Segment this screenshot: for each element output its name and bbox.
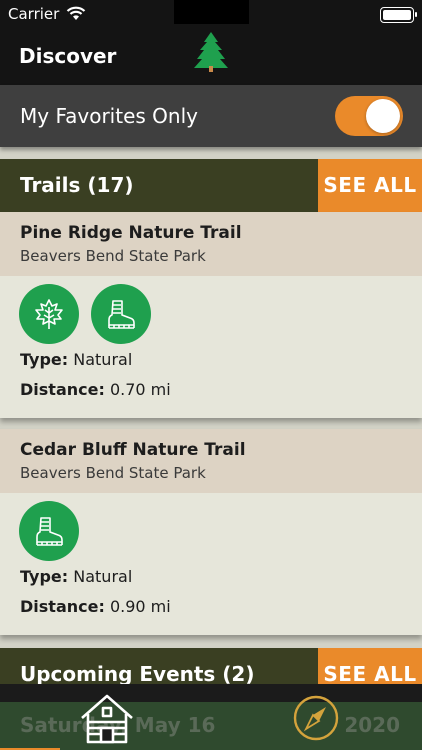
- trail-park: Beavers Bend State Park: [20, 247, 206, 265]
- event-year: 2020: [344, 713, 400, 737]
- status-bar: Carrier: [0, 0, 422, 30]
- favorites-toggle[interactable]: [335, 96, 403, 136]
- wifi-icon: [66, 6, 86, 25]
- trails-see-all-button[interactable]: SEE ALL: [318, 159, 422, 212]
- pine-tree-logo-icon: [189, 30, 233, 78]
- favorites-label: My Favorites Only: [20, 104, 198, 128]
- trail-name: Cedar Bluff Nature Trail: [20, 440, 246, 460]
- hiking-boot-icon: [19, 501, 79, 561]
- nav-bar: Discover: [0, 30, 422, 85]
- cabin-home-icon[interactable]: [78, 692, 136, 750]
- bottom-tab-bar: Saturday, May 16 2020: [0, 684, 422, 750]
- camera-notch: [174, 0, 249, 24]
- toggle-knob: [366, 99, 400, 133]
- trail-type: Type: Natural: [20, 350, 133, 369]
- trail-card-header: Pine Ridge Nature Trail Beavers Bend Sta…: [0, 212, 422, 276]
- page-title: Discover: [19, 44, 117, 68]
- trail-card[interactable]: Cedar Bluff Nature Trail Beavers Bend St…: [0, 429, 422, 635]
- favorites-filter-row: My Favorites Only: [0, 85, 422, 147]
- compass-icon[interactable]: [292, 694, 340, 746]
- trail-park: Beavers Bend State Park: [20, 464, 206, 482]
- trail-card-header: Cedar Bluff Nature Trail Beavers Bend St…: [0, 429, 422, 493]
- leaf-icon: [19, 284, 79, 344]
- trail-type: Type: Natural: [20, 567, 133, 586]
- hiking-boot-icon: [91, 284, 151, 344]
- trails-section-header: Trails (17) SEE ALL: [0, 159, 422, 212]
- battery-icon: [380, 7, 417, 23]
- trail-card[interactable]: Pine Ridge Nature Trail Beavers Bend Sta…: [0, 212, 422, 418]
- events-section-title: Upcoming Events (2): [20, 662, 255, 686]
- carrier-label: Carrier: [8, 5, 60, 23]
- trail-name: Pine Ridge Nature Trail: [20, 223, 242, 243]
- trail-distance: Distance: 0.70 mi: [20, 380, 171, 399]
- trail-distance: Distance: 0.90 mi: [20, 597, 171, 616]
- trails-section-title: Trails (17): [20, 173, 134, 197]
